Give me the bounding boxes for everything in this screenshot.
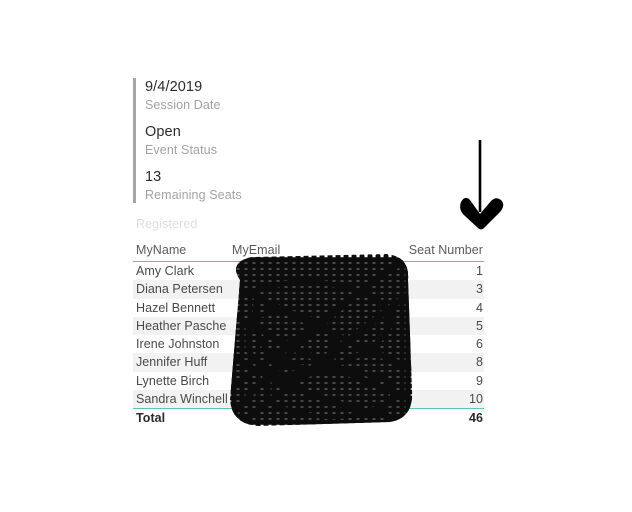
total-email [230, 408, 406, 429]
table-row[interactable]: Irene Johnston 6 [133, 335, 484, 353]
kpi-card-session-date: 9/4/2019 Session Date [133, 78, 353, 114]
cell-seat: 9 [475, 373, 483, 388]
kpi-card-remaining-seats: 13 Remaining Seats [133, 168, 353, 204]
table-row[interactable]: Lynette Birch 9 [133, 372, 484, 390]
cell-myemail [230, 316, 406, 336]
table-header-row: MyName MyEmail Seat Number [133, 239, 484, 262]
table-row[interactable]: Heather Pasche 5 [133, 316, 484, 336]
total-seat: 46 [406, 408, 484, 429]
kpi-card-group: 9/4/2019 Session Date Open Event Status … [133, 78, 353, 204]
cell-myname: Jennifer Huff [133, 353, 230, 372]
table-body: Amy Clark 1 Diana Petersen 3 Hazel Benne… [133, 262, 484, 409]
table-header: MyName MyEmail Seat Number [133, 239, 484, 262]
cell-seat: 3 [406, 280, 484, 299]
cell-myname: Amy Clark [136, 264, 195, 278]
table-footer: Total 46 [133, 408, 484, 429]
table-row[interactable]: Amy Clark 1 [133, 262, 484, 281]
kpi-label-remaining-seats: Remaining Seats [145, 188, 242, 202]
cell-myname: Lynette Birch [136, 373, 210, 388]
cell-seat: 5 [406, 316, 484, 336]
cell-myname: Heather Pasche [133, 316, 230, 336]
kpi-value-session-date: 9/4/2019 [145, 79, 203, 95]
column-header-myemail[interactable]: MyEmail [230, 239, 406, 262]
cell-myname: Diana Petersen [133, 280, 230, 299]
table-caption: Registered [136, 217, 198, 231]
cell-myemail [230, 335, 406, 353]
registration-table-block: Registered MyName MyEmail Seat Number Am… [133, 216, 484, 429]
table-row[interactable]: Sandra Winchell 10 [133, 390, 484, 409]
cell-seat: 10 [406, 390, 484, 409]
cell-myname: Irene Johnston [136, 337, 220, 352]
kpi-value-remaining-seats: 13 [145, 169, 162, 185]
cell-myemail [230, 390, 406, 409]
column-header-seat-number[interactable]: Seat Number [406, 239, 484, 262]
cell-myemail [230, 353, 406, 372]
cell-myemail [230, 372, 406, 390]
kpi-label-session-date: Session Date [145, 98, 221, 112]
kpi-value-event-status: Open [145, 124, 181, 140]
cell-seat: 1 [475, 264, 483, 278]
table-row[interactable]: Diana Petersen 3 [133, 280, 484, 299]
total-label: Total [133, 408, 230, 429]
kpi-card-event-status: Open Event Status [133, 123, 353, 159]
cell-seat: 8 [406, 353, 484, 372]
cell-seat: 6 [475, 337, 483, 352]
cell-myname: Hazel Bennett [136, 300, 216, 315]
cell-myname: Sandra Winchell [133, 390, 230, 409]
table-total-row: Total 46 [133, 408, 484, 429]
registration-table: MyName MyEmail Seat Number Amy Clark 1 D… [133, 239, 484, 429]
table-row[interactable]: Jennifer Huff 8 [133, 353, 484, 372]
column-header-myname[interactable]: MyName [133, 239, 230, 262]
cell-myemail [230, 262, 406, 281]
kpi-accent-bar [133, 78, 136, 203]
cell-seat: 4 [475, 300, 483, 315]
kpi-label-event-status: Event Status [145, 143, 218, 157]
cell-myemail [230, 280, 406, 299]
cell-myemail [230, 299, 406, 317]
table-row[interactable]: Hazel Bennett 4 [133, 299, 484, 317]
